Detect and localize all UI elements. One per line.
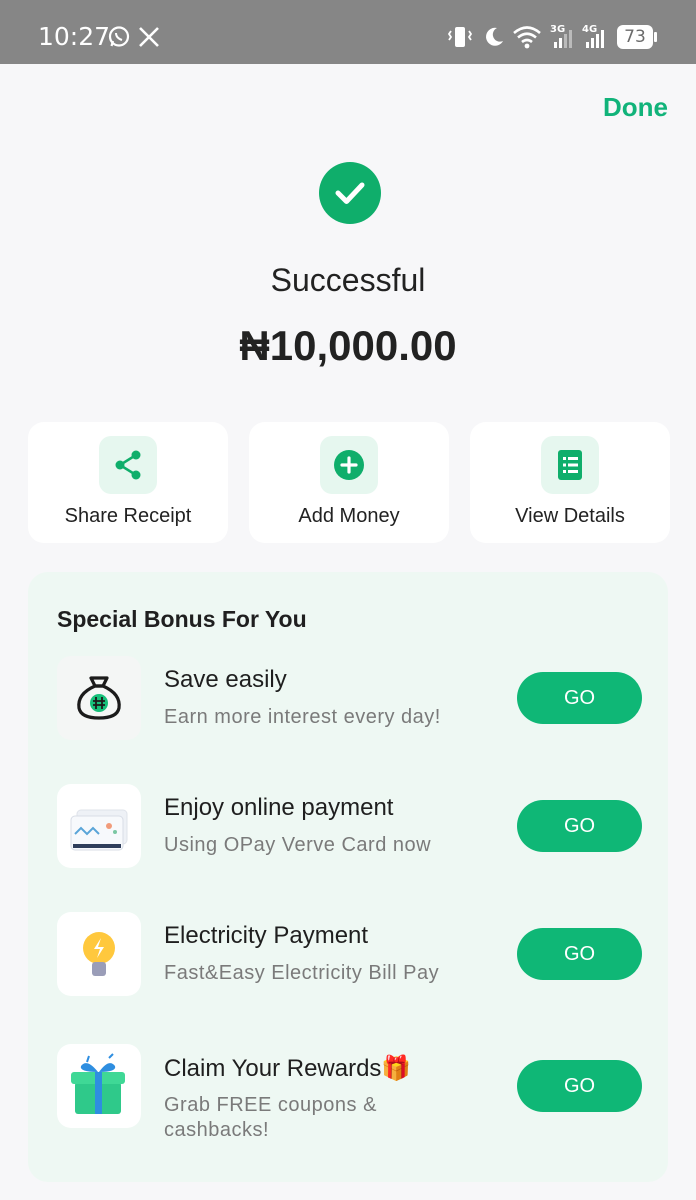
svg-text:4G: 4G: [582, 24, 597, 35]
view-details-label: View Details: [515, 505, 625, 527]
bonus-item-description: Earn more interest every day!: [164, 706, 441, 728]
money-bag-icon: [57, 656, 141, 740]
signal-3g-icon: 3G: [550, 24, 572, 48]
view-details-button[interactable]: View Details: [470, 422, 670, 543]
svg-text:3G: 3G: [550, 24, 565, 35]
document-list-icon: [541, 436, 599, 494]
gift-box-icon: [57, 1044, 141, 1128]
card-icon: [57, 784, 141, 868]
add-money-button[interactable]: Add Money: [249, 422, 449, 543]
moon-icon: [486, 27, 503, 46]
vibrate-icon: [447, 27, 473, 47]
bonus-item-title: Claim Your Rewards🎁: [164, 1055, 412, 1082]
online-payment-go-button[interactable]: GO: [517, 800, 642, 852]
battery-level: 73: [624, 27, 646, 47]
share-icon: [99, 436, 157, 494]
share-receipt-label: Share Receipt: [64, 505, 192, 527]
bonus-item-electricity: Electricity Payment Fast&Easy Electricit…: [28, 912, 668, 1022]
lightbulb-icon: [57, 912, 141, 996]
bonus-item-description: Fast&Easy Electricity Bill Pay: [164, 962, 440, 984]
x-logo-icon: [139, 27, 159, 47]
whatsapp-icon: [108, 26, 130, 47]
transaction-status: Successful: [270, 262, 426, 298]
battery-icon: 73: [617, 25, 657, 49]
clock: 10:27: [38, 22, 111, 51]
bonus-section-title: Special Bonus For You: [57, 606, 307, 632]
electricity-go-button[interactable]: GO: [517, 928, 642, 980]
bonus-item-save: Save easily Earn more interest every day…: [28, 656, 668, 766]
plus-circle-icon: [320, 436, 378, 494]
bonus-item-title: Enjoy online payment: [164, 794, 394, 821]
save-easily-go-button[interactable]: GO: [517, 672, 642, 724]
bonus-item-description: Grab FREE coupons & cashbacks!: [164, 1094, 377, 1141]
bonus-item-description: Using OPay Verve Card now: [164, 834, 432, 856]
bonus-item-title: Electricity Payment: [164, 922, 369, 949]
share-receipt-button[interactable]: Share Receipt: [28, 422, 228, 543]
wifi-icon: [513, 26, 541, 49]
claim-rewards-go-button[interactable]: GO: [517, 1060, 642, 1112]
bonus-item-online-payment: Enjoy online payment Using OPay Verve Ca…: [28, 784, 668, 894]
done-button[interactable]: Done: [603, 92, 668, 123]
success-check-icon: [319, 162, 381, 224]
special-bonus-panel: Special Bonus For You Save easily Earn m…: [28, 572, 668, 1182]
add-money-label: Add Money: [298, 505, 400, 527]
transaction-amount: ₦10,000.00: [239, 322, 457, 369]
bonus-item-rewards: Claim Your Rewards🎁 Grab FREE coupons & …: [28, 1044, 668, 1154]
status-bar: 10:27 3G 4G 73: [0, 0, 696, 64]
signal-4g-icon: 4G: [582, 24, 604, 48]
bonus-item-title: Save easily: [164, 666, 287, 693]
